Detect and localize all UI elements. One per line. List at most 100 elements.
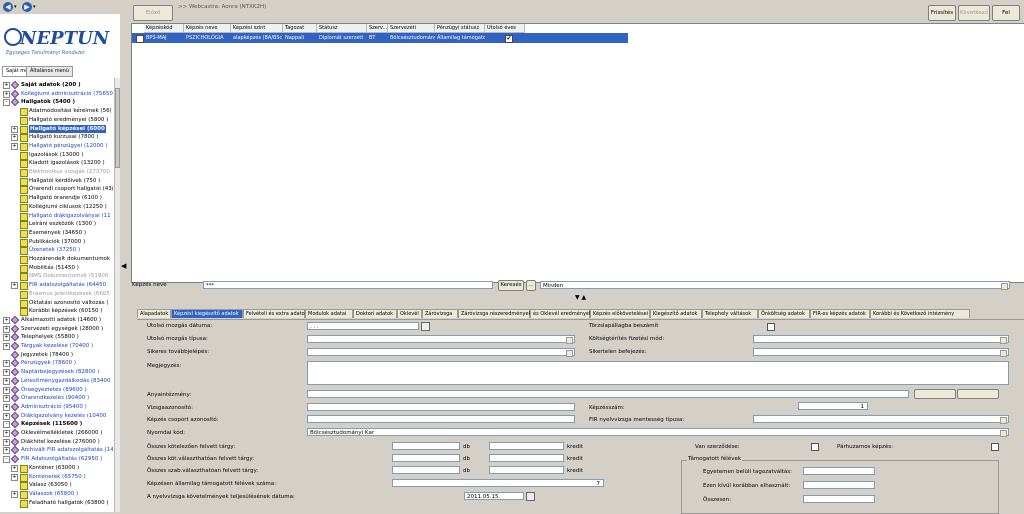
language-date-input[interactable]: 2011.05.15. [464,492,524,500]
expand-icon[interactable]: + [3,377,10,385]
back-button[interactable]: Előző [133,5,173,21]
tab-5[interactable]: Oklevél [397,309,422,318]
check-icon[interactable]: ✔ [505,35,513,43]
panel-splitter[interactable] [120,0,128,512]
expand-icon[interactable]: + [11,464,18,472]
parallel-training-checkbox[interactable] [991,443,999,451]
expand-icon[interactable]: + [3,386,10,394]
collapse-icon[interactable]: - [3,99,10,107]
internal-change-input[interactable] [803,467,875,475]
mandatory-db-input[interactable] [392,442,460,450]
group-id-input[interactable] [307,415,575,423]
expand-icon[interactable]: + [3,447,10,455]
registry-checkbox[interactable] [767,323,775,331]
cost-payment-select[interactable] [753,335,1009,344]
calendar-icon[interactable] [421,322,430,331]
filter-select[interactable]: Minden [540,281,1010,290]
column-header[interactable]: Utolsó éves [485,24,525,33]
back-arrow-icon[interactable]: ◀ [3,2,13,12]
expand-icon[interactable]: + [11,282,18,290]
forward-arrow-icon[interactable]: ▶ [22,2,32,12]
expand-icon[interactable]: + [11,490,18,498]
tab-11[interactable]: Telephely váltások [702,309,758,318]
print-code-select[interactable]: Bölcsésztudományi Kar [307,428,1009,437]
forward-dropdown-icon[interactable]: ▾ [33,4,36,10]
calendar-icon[interactable] [526,492,535,501]
expand-icon[interactable]: + [3,395,10,403]
column-header[interactable]: Szervezeti egysé... [388,24,435,40]
fir-language-select[interactable] [753,415,1009,424]
expand-icon[interactable]: + [11,473,18,481]
collapse-icon[interactable]: - [3,421,10,429]
column-header[interactable]: Szerv... [367,24,388,33]
expand-icon[interactable]: + [3,412,10,420]
expand-icon[interactable]: + [3,438,10,446]
back-dropdown-icon[interactable]: ▾ [14,4,17,10]
collapse-icon[interactable]: - [3,456,10,464]
tab-0[interactable]: Alapadatok [137,309,171,318]
search-input[interactable]: *** [203,281,493,289]
up-button[interactable]: Fel [992,5,1020,21]
previously-used-input[interactable] [803,481,875,489]
last-move-date-input[interactable]: . . . [307,322,419,330]
column-header[interactable]: Képzési szint [231,24,283,33]
expand-icon[interactable]: + [3,82,10,89]
tab-12[interactable]: Önköltség adatok [758,309,810,318]
has-contract-checkbox[interactable] [811,443,819,451]
total-input[interactable] [803,495,875,503]
column-header[interactable]: Pénzügyi státusz [435,24,485,33]
tab-3[interactable]: Modulok adatai [305,309,353,318]
exam-id-input[interactable] [307,403,575,411]
tab-6[interactable]: Záróvizsga [422,309,458,318]
expand-icon[interactable]: + [11,125,18,133]
unsuccessful-end-select[interactable] [753,348,1009,357]
state-funded-input[interactable]: 7 [392,479,604,487]
tab-8[interactable]: és Oklevél eredmények [530,309,592,318]
collapse-grid-icon[interactable]: ▼ ▲ [575,294,586,301]
column-header[interactable]: Státusz [317,24,367,33]
note-textarea[interactable] [307,361,1009,385]
expand-icon[interactable]: + [3,90,10,98]
expand-icon[interactable]: + [11,142,18,150]
parent-institution-button-1[interactable] [914,389,956,399]
expand-icon[interactable]: + [3,325,10,333]
tab-1[interactable]: Képzési kiegészítő adatok [171,309,243,318]
last-move-type-select[interactable] [307,335,575,344]
column-header[interactable]: Tagozat [283,24,317,33]
tab-10[interactable]: Kiegészítő adatok [650,309,702,318]
expand-icon[interactable]: + [3,360,10,368]
collapse-left-icon[interactable]: ◀ [121,262,126,270]
tab-4[interactable]: Doktori adatok [353,309,397,318]
free-db-input[interactable] [392,466,460,474]
column-header[interactable]: Képzés neve [184,24,231,33]
optional-credit-input[interactable] [489,454,564,462]
tab-7[interactable]: Záróvizsga részeredmények [458,309,531,318]
training-grid: Képzéskód Képzés neve Képzési szint Tagozat… [131,23,1024,283]
tab-general-menu[interactable]: Általános menü [26,66,73,77]
optional-db-input[interactable] [392,454,460,462]
tab-2[interactable]: Felvételi és extra adatok [243,309,308,318]
tab-13[interactable]: FIR-es képzés adatok [810,309,870,318]
search-options-button[interactable]: … [526,280,536,291]
table-row[interactable]: BPS-MAJ PSZICHOLÓGIA alapképzés (BA/BSc) Na… [132,33,628,43]
tab-14[interactable]: Korábbi és Következő intézmény [870,309,970,318]
expand-icon[interactable]: + [3,403,10,411]
expand-icon[interactable]: + [3,316,10,324]
column-header[interactable]: Képzéskód [144,24,184,33]
parent-institution-button-2[interactable] [957,389,999,399]
refresh-button[interactable]: Frissítés [928,5,956,21]
mandatory-credit-input[interactable] [489,442,564,450]
expand-icon[interactable]: + [3,343,10,350]
parent-institution-input[interactable] [307,390,909,398]
expand-icon[interactable]: + [3,430,10,437]
next-button[interactable]: Következő [958,5,990,21]
free-credit-input[interactable] [489,466,564,474]
training-number-input[interactable]: 1 [798,402,868,410]
expand-icon[interactable]: + [11,134,18,142]
successful-progress-select[interactable] [307,348,575,357]
row-select-checkbox[interactable] [136,35,144,43]
search-button[interactable]: Keresés [498,280,524,291]
expand-icon[interactable]: + [3,334,10,342]
expand-icon[interactable]: + [3,369,10,377]
tab-9[interactable]: Képzés előkövetelései [590,309,650,318]
